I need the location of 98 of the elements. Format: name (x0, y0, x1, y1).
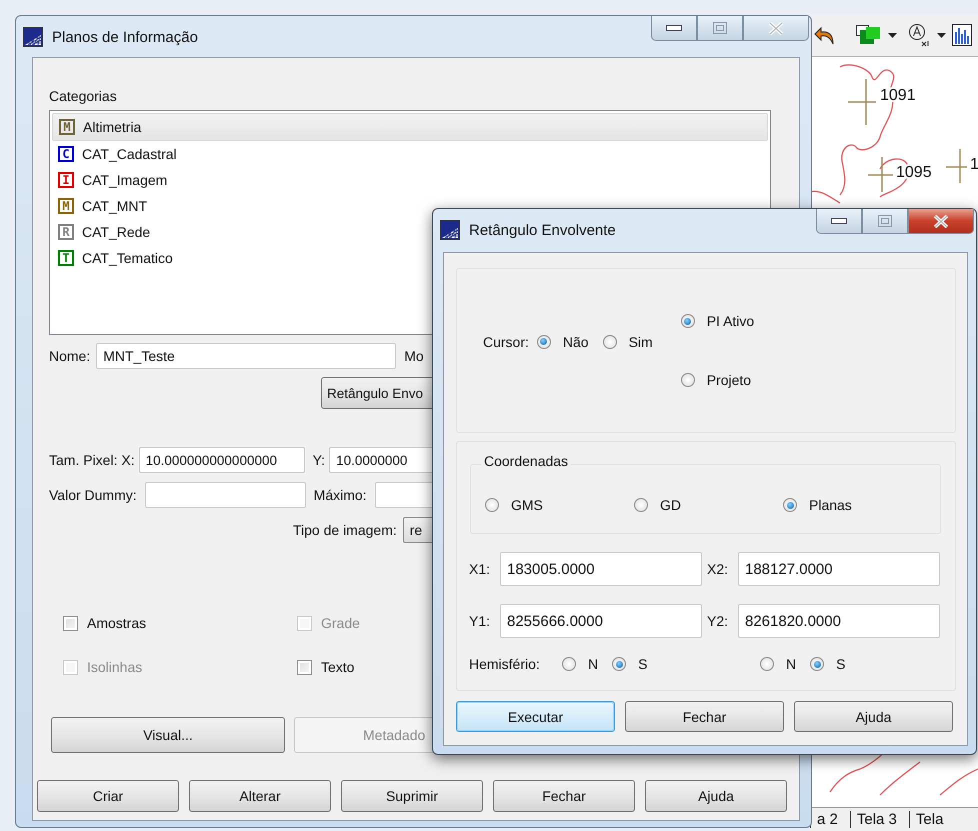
close-icon (933, 214, 949, 228)
coordinate-label: Y2: (707, 613, 730, 629)
name-field[interactable]: MNT_Teste (96, 343, 396, 369)
category-type-icon: I (58, 172, 74, 188)
screen-tab[interactable]: Tela 3 (850, 810, 909, 828)
category-name: CAT_Cadastral (82, 146, 177, 162)
radio-label: S (638, 656, 648, 672)
name-label: Nome: (49, 348, 90, 364)
screen-tab[interactable]: Tela (908, 810, 956, 828)
minimize-button[interactable] (816, 209, 862, 234)
maximum-label: Máximo: (314, 487, 367, 503)
radio-label: Planas (809, 497, 852, 513)
checkbox-label: Isolinhas (87, 659, 142, 675)
checkbox-label: Amostras (87, 615, 146, 631)
category-type-icon: C (58, 146, 74, 162)
dialog-button[interactable]: Criar (37, 780, 179, 812)
radio-label: GMS (511, 497, 543, 513)
caret-icon[interactable] (888, 32, 897, 38)
radio-label: PI Ativo (706, 313, 754, 329)
dialog-button[interactable]: Ajuda (645, 780, 787, 812)
grid-icon (23, 27, 43, 47)
category-type-icon: R (58, 224, 74, 240)
category-item[interactable]: T CAT_Tematico (52, 245, 768, 271)
radio-label: N (588, 656, 598, 672)
category-name: CAT_Tematico (82, 250, 173, 266)
category-item[interactable]: M Altimetria (52, 113, 768, 141)
category-item[interactable]: I CAT_Imagem (52, 167, 768, 193)
category-name: Altimetria (83, 119, 142, 135)
coordinate-label: X1: (469, 561, 492, 577)
hemisphere-label: Hemisfério: (469, 656, 541, 672)
pixel-y-label: Y: (312, 452, 326, 468)
dialog-button[interactable]: Ajuda (794, 701, 953, 732)
contour-label: 1 (970, 156, 978, 173)
radio-button[interactable] (536, 334, 551, 348)
image-type-label: Tipo de imagem: (293, 522, 397, 538)
category-item[interactable]: M CAT_MNT (52, 193, 768, 219)
radio-button[interactable] (680, 373, 695, 387)
chart-icon[interactable] (952, 24, 972, 46)
caret-icon[interactable] (937, 32, 946, 38)
radio-label: Sim (628, 334, 653, 350)
undo-icon[interactable] (814, 24, 836, 46)
coordinate-label: X2: (707, 561, 730, 577)
minimize-icon (831, 218, 847, 224)
dialog-button[interactable]: Alterar (189, 780, 331, 812)
visual-button[interactable]: Visual... (51, 717, 285, 753)
model-label: Mo (404, 348, 424, 364)
minimize-button[interactable] (651, 16, 697, 41)
category-item[interactable]: C CAT_Cadastral (52, 141, 768, 167)
radio-button[interactable] (634, 498, 648, 512)
category-type-icon: M (59, 119, 75, 135)
category-type-icon: M (58, 198, 74, 214)
dummy-value-field[interactable] (144, 482, 306, 508)
dialog-button[interactable]: Executar (456, 701, 615, 732)
coordinate-field[interactable]: 188127.0000 (738, 552, 940, 586)
radio-button[interactable] (783, 498, 797, 512)
cursor-label: Cursor: (483, 334, 529, 350)
close-icon (768, 22, 784, 34)
radio-label: Não (562, 334, 589, 350)
annotation-icon[interactable] (907, 23, 931, 48)
category-name: CAT_Rede (82, 224, 150, 240)
checkbox-label: Grade (321, 615, 360, 631)
coordinate-label: Y1: (469, 613, 492, 629)
radio-label: S (836, 656, 846, 672)
coordinate-field[interactable]: 8261820.0000 (738, 604, 940, 638)
radio-label: GD (660, 497, 681, 513)
dummy-value-label: Valor Dummy: (49, 487, 137, 503)
coordinate-field[interactable]: 183005.0000 (500, 552, 702, 586)
dialog-button[interactable]: Fechar (493, 780, 635, 812)
category-name: CAT_MNT (82, 198, 148, 214)
radio-label: N (786, 656, 796, 672)
radio-button[interactable] (612, 657, 626, 671)
minimize-icon (666, 25, 682, 31)
dialog-button[interactable]: Suprimir (341, 780, 483, 812)
window-title: Planos de Informação (52, 28, 198, 46)
maximize-icon (878, 215, 892, 227)
checkbox[interactable] (297, 660, 312, 674)
checkbox-label: Texto (321, 659, 354, 675)
window-title: Retângulo Envolvente (469, 222, 616, 238)
grid-icon (440, 220, 460, 240)
checkbox[interactable] (63, 616, 78, 630)
close-button[interactable] (743, 16, 809, 41)
category-name: CAT_Imagem (82, 172, 168, 188)
radio-button[interactable] (760, 657, 774, 671)
radio-label: Projeto (706, 372, 752, 388)
dialog-button[interactable]: Fechar (625, 701, 784, 732)
pixel-x-field[interactable]: 10.000000000000000 (138, 447, 305, 473)
radio-button[interactable] (810, 657, 824, 671)
radio-button[interactable] (602, 334, 617, 348)
category-type-icon: T (58, 250, 74, 266)
coordinate-field[interactable]: 8255666.0000 (500, 604, 702, 638)
maximize-icon (713, 22, 727, 34)
close-button[interactable] (908, 209, 974, 234)
group-title: Coordenadas (481, 453, 572, 469)
radio-button[interactable] (680, 314, 695, 328)
radio-button[interactable] (485, 498, 499, 512)
categories-label: Categorias (49, 88, 118, 104)
radio-button[interactable] (562, 657, 576, 671)
pixel-size-label: Tam. Pixel: X: (49, 452, 135, 468)
